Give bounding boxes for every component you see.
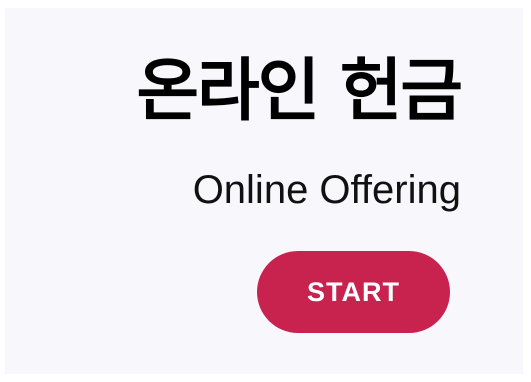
start-button[interactable]: START	[257, 251, 450, 333]
page: 온라인 헌금 Online Offering START	[0, 0, 531, 382]
page-title-english: Online Offering	[192, 168, 461, 212]
hero-panel: 온라인 헌금 Online Offering START	[5, 8, 523, 374]
page-title-korean: 온라인 헌금	[136, 52, 463, 131]
